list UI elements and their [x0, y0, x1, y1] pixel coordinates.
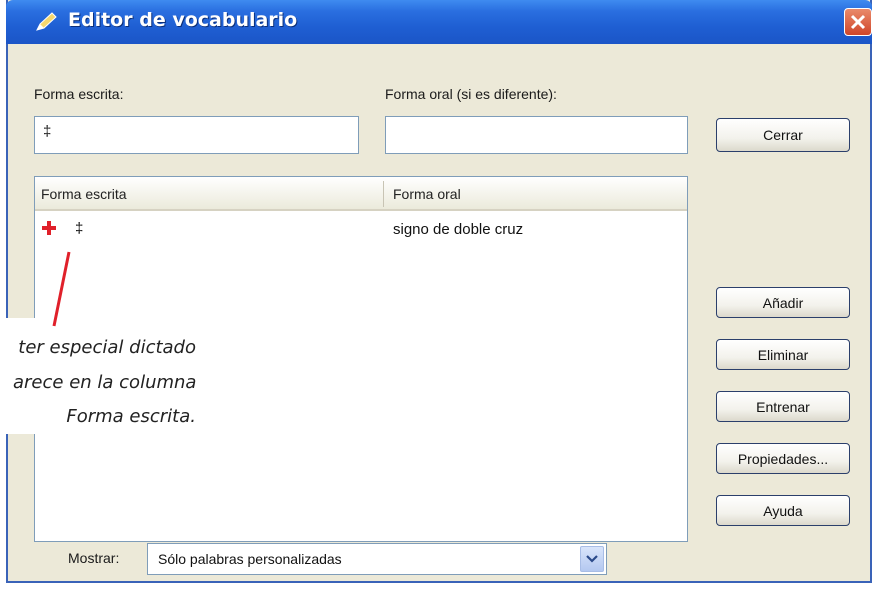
train-button-label: Entrenar [756, 398, 810, 415]
dropdown-arrow-button[interactable] [580, 546, 604, 572]
show-label: Mostrar: [68, 550, 120, 566]
add-button[interactable]: Añadir [716, 287, 850, 318]
close-button[interactable]: Cerrar [716, 118, 850, 152]
help-button-label: Ayuda [763, 502, 803, 519]
annotation-line-1: ter especial dictado [18, 337, 196, 358]
spoken-form-label: Forma oral (si es diferente): [385, 86, 557, 102]
list-header: Forma escrita Forma oral [35, 177, 687, 211]
properties-button-label: Propiedades... [737, 450, 829, 467]
pencil-icon [34, 11, 58, 33]
annotation-line-2: arece en la columna [13, 372, 197, 393]
delete-button[interactable]: Eliminar [716, 339, 850, 370]
show-dropdown[interactable]: Sólo palabras personalizadas [147, 543, 607, 575]
help-button[interactable]: Ayuda [716, 495, 850, 526]
written-form-label: Forma escrita: [34, 86, 124, 102]
train-button[interactable]: Entrenar [716, 391, 850, 422]
column-header-written[interactable]: Forma escrita [41, 186, 127, 202]
close-button-label: Cerrar [763, 127, 803, 143]
delete-button-label: Eliminar [757, 346, 809, 363]
properties-button[interactable]: Propiedades... [716, 443, 850, 474]
written-form-value: ‡ [43, 123, 52, 140]
window-title: Editor de vocabulario [68, 9, 298, 31]
row-written: ‡ [75, 220, 84, 237]
annotation-line-3: Forma escrita. [66, 406, 196, 427]
row-spoken: signo de doble cruz [393, 221, 524, 238]
close-window-button[interactable] [844, 8, 872, 36]
written-form-input[interactable]: ‡ [34, 116, 359, 154]
title-bar[interactable]: Editor de vocabulario [6, 0, 872, 44]
show-dropdown-value: Sólo palabras personalizadas [158, 551, 342, 567]
close-icon [850, 14, 866, 30]
add-button-label: Añadir [762, 294, 804, 311]
chevron-down-icon [586, 555, 598, 563]
add-icon [41, 220, 57, 240]
spoken-form-input[interactable] [385, 116, 688, 154]
column-header-spoken[interactable]: Forma oral [393, 186, 461, 202]
column-divider[interactable] [383, 181, 384, 207]
